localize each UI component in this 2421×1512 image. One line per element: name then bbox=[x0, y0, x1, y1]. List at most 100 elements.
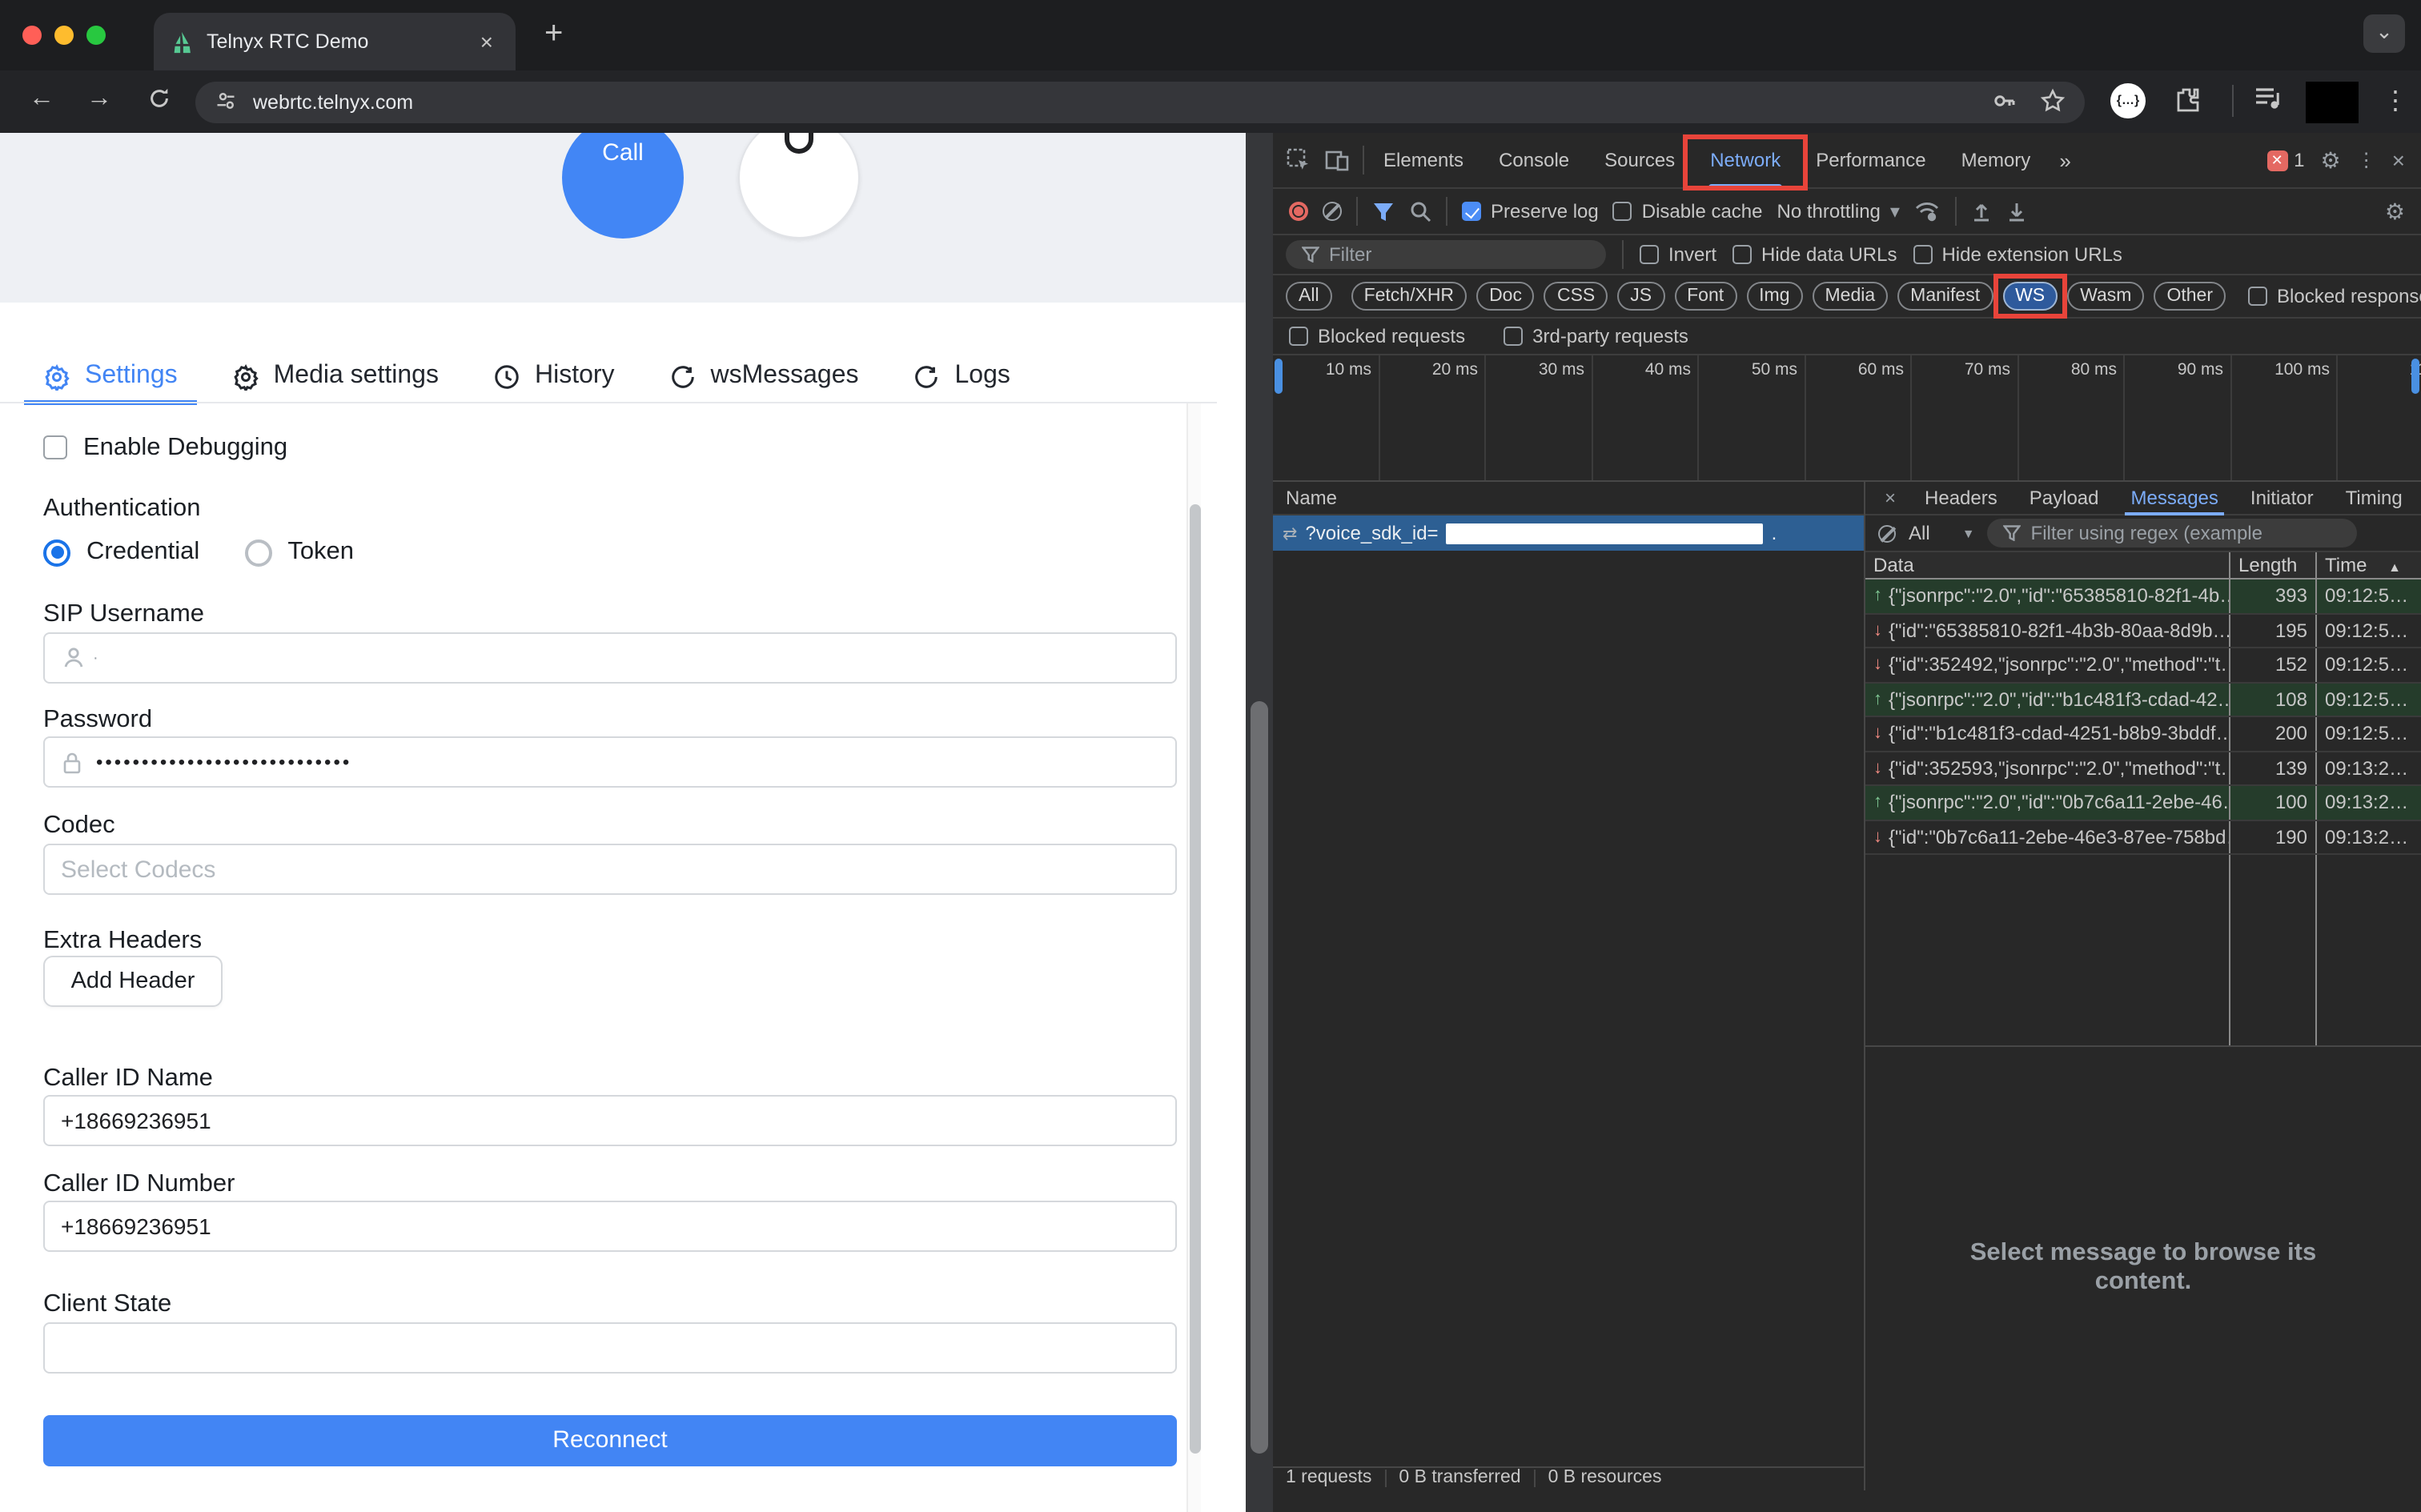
form-scrollbar-thumb[interactable] bbox=[1190, 504, 1201, 1454]
browser-tab[interactable]: Telnyx RTC Demo × bbox=[154, 13, 516, 70]
sip-username-input[interactable]: · bbox=[43, 632, 1177, 684]
window-chevron-icon[interactable]: ⌄ bbox=[2363, 14, 2405, 53]
filter-funnel-icon[interactable] bbox=[1372, 201, 1395, 222]
message-row[interactable]: ↓ {"id":352492,"jsonrpc":"2.0","method":"… bbox=[1865, 648, 2421, 683]
search-icon[interactable] bbox=[1409, 200, 1431, 223]
network-filter-input[interactable]: Filter bbox=[1286, 240, 1606, 269]
reconnect-button[interactable]: Reconnect bbox=[43, 1415, 1177, 1466]
chip-ws[interactable]: WS bbox=[2002, 282, 2058, 311]
message-row[interactable]: ↓ {"id":"65385810-82f1-4b3b-80aa-8d9b… 19… bbox=[1865, 614, 2421, 648]
detail-tab-initiator[interactable]: Initiator bbox=[2238, 481, 2327, 515]
device-toolbar-icon[interactable] bbox=[1324, 147, 1350, 173]
caller-id-name-input[interactable]: +18669236951 bbox=[43, 1095, 1177, 1146]
disable-cache-checkbox[interactable] bbox=[1612, 202, 1632, 221]
message-row[interactable]: ↑ {"jsonrpc":"2.0","id":"b1c481f3-cdad-42… bbox=[1865, 683, 2421, 717]
devtools-close-icon[interactable]: × bbox=[2392, 147, 2405, 173]
chip-doc[interactable]: Doc bbox=[1476, 282, 1535, 311]
error-badge[interactable]: ✕ 1 bbox=[2266, 149, 2305, 171]
disable-cache-toggle[interactable]: Disable cache bbox=[1612, 200, 1763, 223]
site-settings-icon[interactable] bbox=[215, 89, 237, 116]
blocked-response-cookies-toggle[interactable]: Blocked response cookies bbox=[2248, 285, 2421, 307]
media-controls-icon[interactable] bbox=[2254, 86, 2283, 118]
detail-tab-messages[interactable]: Messages bbox=[2118, 481, 2231, 515]
enable-debugging-checkbox[interactable] bbox=[43, 435, 67, 459]
hide-extension-urls-checkbox[interactable] bbox=[1913, 245, 1933, 264]
form-scrollbar[interactable] bbox=[1186, 403, 1201, 1512]
hide-data-urls-toggle[interactable]: Hide data URLs bbox=[1732, 243, 1897, 266]
profile-avatar[interactable] bbox=[2306, 82, 2359, 123]
detail-tab-timing[interactable]: Timing bbox=[2333, 481, 2415, 515]
chip-all[interactable]: All bbox=[1286, 282, 1332, 311]
radio-token[interactable]: Token bbox=[244, 538, 354, 567]
radio-credential[interactable]: Credential bbox=[43, 538, 199, 567]
col-data[interactable]: Data bbox=[1865, 552, 2230, 578]
radio-token-control[interactable] bbox=[244, 539, 272, 566]
message-row[interactable]: ↑ {"jsonrpc":"2.0","id":"65385810-82f1-4b… bbox=[1865, 580, 2421, 614]
add-header-button[interactable]: Add Header bbox=[43, 956, 223, 1007]
detail-tab-headers[interactable]: Headers bbox=[1912, 481, 2010, 515]
throttling-dropdown[interactable]: No throttling ▾ bbox=[1777, 200, 1900, 223]
inspect-element-icon[interactable] bbox=[1286, 147, 1311, 173]
third-party-requests-checkbox[interactable] bbox=[1504, 327, 1524, 346]
chip-img[interactable]: Img bbox=[1746, 282, 1803, 311]
request-row-selected[interactable]: ⇄ ?voice_sdk_id= . bbox=[1273, 515, 1864, 551]
devtools-tab-performance[interactable]: Performance bbox=[1800, 133, 1941, 188]
hangup-button[interactable] bbox=[738, 133, 860, 239]
reload-icon[interactable] bbox=[147, 86, 171, 118]
preserve-log-toggle[interactable]: Preserve log bbox=[1462, 200, 1599, 223]
maximize-window-button[interactable] bbox=[86, 26, 106, 45]
client-state-input[interactable] bbox=[43, 1322, 1177, 1374]
import-har-icon[interactable] bbox=[1972, 200, 1993, 223]
blocked-response-cookies-checkbox[interactable] bbox=[2248, 287, 2267, 306]
chip-css[interactable]: CSS bbox=[1544, 282, 1608, 311]
hide-extension-urls-toggle[interactable]: Hide extension URLs bbox=[1913, 243, 2122, 266]
devtools-menu-icon[interactable]: ⋮ bbox=[2357, 149, 2376, 171]
chip-media[interactable]: Media bbox=[1812, 282, 1889, 311]
invert-checkbox[interactable] bbox=[1640, 245, 1659, 264]
call-button[interactable]: Call bbox=[562, 133, 684, 239]
codec-select[interactable]: Select Codecs bbox=[43, 844, 1177, 895]
tab-logs[interactable]: Logs bbox=[913, 349, 1010, 403]
export-har-icon[interactable] bbox=[2007, 200, 2028, 223]
network-overview-timeline[interactable]: 10 ms 20 ms 30 ms 40 ms 50 ms 60 ms 70 m… bbox=[1273, 355, 2421, 482]
clear-messages-icon[interactable] bbox=[1878, 524, 1896, 542]
close-window-button[interactable] bbox=[22, 26, 42, 45]
tab-history[interactable]: History bbox=[493, 349, 615, 403]
devtools-tab-console[interactable]: Console bbox=[1483, 133, 1585, 188]
record-network-log-button[interactable] bbox=[1289, 202, 1308, 221]
address-bar[interactable]: webrtc.telnyx.com bbox=[195, 82, 2085, 123]
tab-wsmessages[interactable]: wsMessages bbox=[669, 349, 859, 403]
forward-icon[interactable]: → bbox=[86, 85, 112, 114]
chip-js[interactable]: JS bbox=[1617, 282, 1665, 311]
message-type-dropdown[interactable]: All ▼ bbox=[1909, 522, 1975, 544]
third-party-requests-toggle[interactable]: 3rd-party requests bbox=[1504, 325, 1688, 347]
network-settings-gear-icon[interactable]: ⚙ bbox=[2385, 198, 2421, 225]
col-time[interactable]: Time ▲ bbox=[2317, 552, 2421, 578]
chip-font[interactable]: Font bbox=[1674, 282, 1737, 311]
page-scrollbar-thumb[interactable] bbox=[1251, 701, 1268, 1454]
password-input[interactable]: •••••••••••••••••••••••••••• bbox=[43, 736, 1177, 788]
minimize-window-button[interactable] bbox=[54, 26, 74, 45]
caller-id-number-input[interactable]: +18669236951 bbox=[43, 1201, 1177, 1252]
network-conditions-icon[interactable] bbox=[1914, 200, 1941, 223]
preserve-log-checkbox[interactable] bbox=[1462, 202, 1481, 221]
chip-wasm[interactable]: Wasm bbox=[2067, 282, 2145, 311]
clear-network-log-icon[interactable] bbox=[1323, 202, 1342, 221]
detail-tab-payload[interactable]: Payload bbox=[2017, 481, 2112, 515]
invert-toggle[interactable]: Invert bbox=[1640, 243, 1716, 266]
devtools-tab-network[interactable]: Network bbox=[1683, 133, 1809, 190]
tab-media-settings[interactable]: Media settings bbox=[232, 349, 439, 403]
message-row[interactable]: ↑ {"jsonrpc":"2.0","id":"0b7c6a11-2ebe-46… bbox=[1865, 786, 2421, 820]
tab-settings[interactable]: Settings bbox=[24, 349, 197, 405]
message-row[interactable]: ↓ {"id":"0b7c6a11-2ebe-46e3-87ee-758bd… 1… bbox=[1865, 820, 2421, 855]
chip-fetch-xhr[interactable]: Fetch/XHR bbox=[1351, 282, 1467, 311]
blocked-requests-checkbox[interactable] bbox=[1289, 327, 1308, 346]
extensions-puzzle-icon[interactable] bbox=[2174, 85, 2203, 122]
message-regex-filter-input[interactable]: Filter using regex (example bbox=[1987, 519, 2357, 547]
hide-data-urls-checkbox[interactable] bbox=[1732, 245, 1753, 264]
timeline-left-handle[interactable] bbox=[1275, 359, 1283, 394]
radio-credential-control[interactable] bbox=[43, 539, 70, 566]
devtools-settings-gear-icon[interactable]: ⚙ bbox=[2321, 146, 2341, 174]
bookmark-star-icon[interactable] bbox=[2040, 87, 2066, 118]
back-icon[interactable]: ← bbox=[29, 85, 54, 114]
